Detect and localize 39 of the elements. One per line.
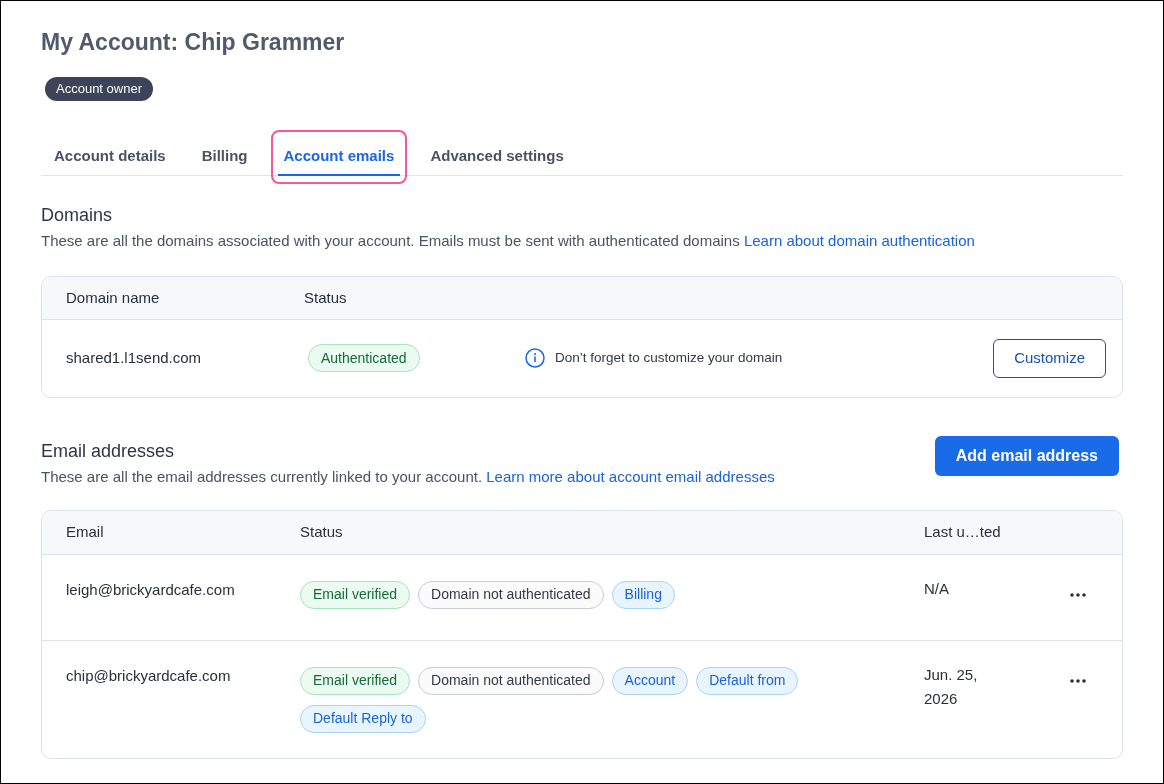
email-cell-text: chip@brickyardcafe.com <box>66 665 232 686</box>
customize-button[interactable]: Customize <box>993 338 1106 378</box>
info-icon <box>525 348 545 369</box>
tab[interactable]: Account emails <box>277 145 401 176</box>
status-tag: Default from <box>696 666 799 695</box>
tab[interactable]: Advanced settings <box>424 145 570 176</box>
tab[interactable]: Account details <box>48 145 172 176</box>
status-tag: Domain not authenticated <box>418 666 604 695</box>
status-tag: Default Reply to <box>300 704 426 733</box>
status-tag: Email verified <box>300 666 411 695</box>
email-cell-text: leigh@brickyardcafe.com <box>66 579 236 600</box>
status-tag: Domain not authenticated <box>418 580 604 609</box>
more-icon <box>1070 592 1086 597</box>
status-tag: Authenticated <box>308 344 420 373</box>
page-title: My Account: Chip Grammer <box>41 28 346 56</box>
more-button[interactable] <box>1068 590 1088 599</box>
tab[interactable]: Billing <box>195 145 254 176</box>
status-tag: Account <box>611 666 689 695</box>
help-link[interactable]: Learn about domain authentication <box>743 231 975 249</box>
section-heading: Domains <box>41 203 114 226</box>
column-header: Status <box>300 522 344 542</box>
column-header: Last u…ted <box>924 522 1001 542</box>
add-email-button[interactable]: Add email address <box>934 435 1119 476</box>
help-link[interactable]: Learn more about account email addresses <box>486 467 775 485</box>
more-button[interactable] <box>1068 676 1088 685</box>
domain-cell-text: shared1.l1send.com <box>66 348 203 368</box>
date-cell-text: Jun. 25, 2026 <box>924 664 979 709</box>
status-tag: Billing <box>611 580 675 609</box>
column-header: Domain name <box>66 287 161 308</box>
section-heading: Email addresses <box>41 439 176 462</box>
column-header: Status <box>304 287 347 308</box>
role-badge: Account owner <box>45 76 153 101</box>
date-cell-text: N/A <box>924 578 950 599</box>
more-icon <box>1070 678 1086 683</box>
section-description: These are all the email addresses currently linked to your account. Learn more about account email addresses <box>41 466 776 487</box>
notice-text: Don’t forget to customize your domain <box>555 349 783 368</box>
status-tag: Email verified <box>300 580 411 609</box>
column-header: Email <box>66 522 105 542</box>
section-description: These are all the domains associated with your account. Emails must be sent with authenticated domains Learn about domain authentication <box>41 230 976 251</box>
